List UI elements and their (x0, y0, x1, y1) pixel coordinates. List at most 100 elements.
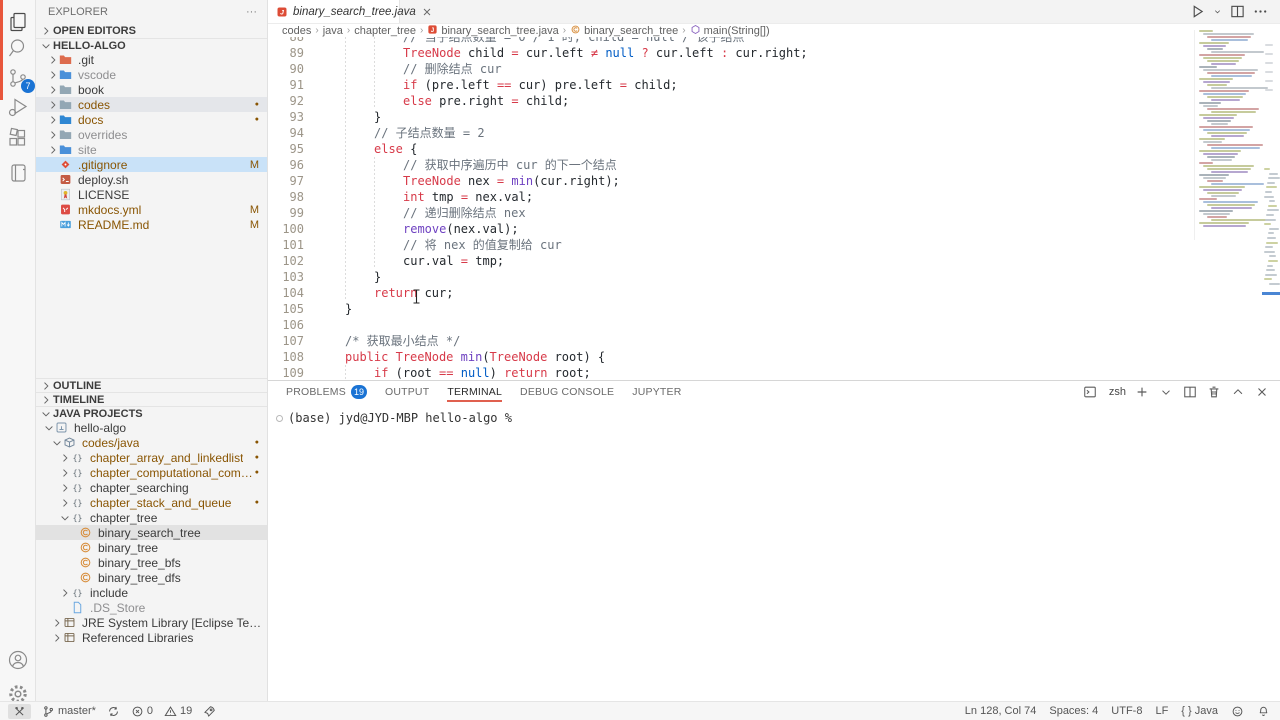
activity-run-debug[interactable] (6, 95, 30, 119)
code-line-89[interactable]: 89TreeNode child = cur.left ≠ null ? cur… (268, 45, 1192, 61)
tree-item-chapter-searching[interactable]: {}chapter_searching (36, 480, 267, 495)
tree-item-binary-tree[interactable]: binary_tree (36, 540, 267, 555)
tree-item--ds-store[interactable]: .DS_Store (36, 600, 267, 615)
activity-extensions[interactable] (6, 126, 30, 150)
tree-item-jre-system-library-eclipse-temurin-17-17-[interactable]: JRE System Library [Eclipse Temurin 17 [… (36, 615, 267, 630)
code-line-103[interactable]: 103} (268, 269, 1192, 285)
panel-tab-jupyter[interactable]: JUPYTER (632, 381, 681, 403)
code-line-108[interactable]: 108public TreeNode min(TreeNode root) { (268, 349, 1192, 365)
run-button[interactable] (1190, 4, 1205, 19)
tree-item-binary-search-tree[interactable]: binary_search_tree (36, 525, 267, 540)
open-editors-section[interactable]: OPEN EDITORS (36, 23, 267, 38)
code-line-90[interactable]: 90// 删除结点 cur (268, 61, 1192, 77)
status-remote-indicator[interactable] (8, 704, 31, 719)
minimap[interactable] (1194, 30, 1262, 240)
tree-item-chapter-stack-and-queue[interactable]: {}chapter_stack_and_queue● (36, 495, 267, 510)
run-dropdown-button[interactable] (1213, 4, 1222, 19)
sidebar-item-site[interactable]: site (36, 142, 267, 157)
sidebar-item-deploy-sh[interactable]: deploy.sh (36, 172, 267, 187)
terminal-dropdown-button[interactable] (1159, 385, 1174, 400)
more-actions-icon[interactable]: ··· (246, 6, 257, 18)
panel-tab-debug-console[interactable]: DEBUG CONSOLE (520, 381, 614, 403)
panel-tab-problems[interactable]: PROBLEMS19 (286, 381, 367, 403)
activity-notebook[interactable] (6, 161, 30, 185)
tree-item-chapter-array-and-linkedlist[interactable]: {}chapter_array_and_linkedlist● (36, 450, 267, 465)
tree-item-codes-java[interactable]: codes/java● (36, 435, 267, 450)
section-outline[interactable]: OUTLINE (36, 378, 267, 392)
code-line-109[interactable]: 109if (root == null) return root; (268, 365, 1192, 380)
sidebar-item-overrides[interactable]: overrides (36, 127, 267, 142)
kill-terminal-button[interactable] (1207, 385, 1222, 400)
code-line-104[interactable]: 104return cur; (268, 285, 1192, 301)
status-indentation[interactable]: Spaces: 4 (1049, 705, 1098, 717)
status-language-mode[interactable]: { } Java (1181, 705, 1218, 717)
sidebar-item--git[interactable]: .git (36, 52, 267, 67)
breadcrumb-4[interactable]: binary_search_tree (570, 24, 678, 38)
sidebar-item-vscode[interactable]: vscode (36, 67, 267, 82)
code-line-102[interactable]: 102cur.val = tmp; (268, 253, 1192, 269)
breadcrumb-1[interactable]: java (323, 25, 343, 37)
code-area[interactable]: 88// 当子结点数量 = 0 / 1 时, child = null / 该子… (268, 37, 1192, 380)
code-line-106[interactable]: 106 (268, 317, 1192, 333)
activity-explorer[interactable] (6, 10, 30, 34)
section-timeline[interactable]: TIMELINE (36, 392, 267, 406)
status-warnings[interactable]: 19 (164, 705, 192, 718)
code-line-94[interactable]: 94// 子结点数量 = 2 (268, 125, 1192, 141)
status-cursor-position[interactable]: Ln 128, Col 74 (965, 705, 1037, 717)
terminal-shell-button[interactable] (1083, 385, 1098, 400)
sidebar-item-readme-md[interactable]: README.mdM (36, 217, 267, 232)
breadcrumb-2[interactable]: chapter_tree (354, 25, 416, 37)
breadcrumb-0[interactable]: codes (282, 25, 311, 37)
sidebar-item-license[interactable]: LICENSE (36, 187, 267, 202)
breadcrumb-5[interactable]: main(String[]) (690, 24, 770, 38)
status-notifications[interactable] (1257, 705, 1270, 718)
terminal[interactable]: (base) jyd@JYD-MBP hello-algo % (268, 403, 1280, 425)
split-editor-button[interactable] (1230, 4, 1245, 19)
tree-item-referenced-libraries[interactable]: Referenced Libraries (36, 630, 267, 645)
tree-item-hello-algo[interactable]: hello-algo (36, 420, 267, 435)
code-line-95[interactable]: 95else { (268, 141, 1192, 157)
code-line-92[interactable]: 92else pre.right = child; (268, 93, 1192, 109)
root-folder-section[interactable]: HELLO-ALGO (36, 38, 267, 52)
code-line-93[interactable]: 93} (268, 109, 1192, 125)
status-feedback[interactable] (1231, 705, 1244, 718)
activity-accounts[interactable] (6, 648, 30, 672)
code-line-91[interactable]: 91if (pre.left == cur) pre.left = child; (268, 77, 1192, 93)
section-java-projects[interactable]: JAVA PROJECTS (36, 406, 267, 420)
tab-binary-search-tree[interactable]: J binary_search_tree.java (268, 0, 400, 23)
new-terminal-button[interactable] (1135, 385, 1150, 400)
tree-item-chapter-computational-complexity[interactable]: {}chapter_computational_complexity● (36, 465, 267, 480)
code-line-97[interactable]: 97TreeNode nex = min(cur.right); (268, 173, 1192, 189)
close-icon[interactable] (421, 6, 433, 18)
sidebar-item--gitignore[interactable]: .gitignoreM (36, 157, 267, 172)
code-line-88[interactable]: 88// 当子结点数量 = 0 / 1 时, child = null / 该子… (268, 37, 1192, 45)
code-line-98[interactable]: 98int tmp = nex.val; (268, 189, 1192, 205)
panel-tab-terminal[interactable]: TERMINAL (447, 381, 502, 403)
status-encoding[interactable]: UTF-8 (1111, 705, 1142, 717)
breadcrumb-3[interactable]: Jbinary_search_tree.java (427, 24, 558, 38)
code-line-96[interactable]: 96// 获取中序遍历中 cur 的下一个结点 (268, 157, 1192, 173)
status-errors[interactable]: 0 (131, 705, 153, 718)
code-line-105[interactable]: 105} (268, 301, 1192, 317)
sidebar-item-book[interactable]: book (36, 82, 267, 97)
status-git-sync[interactable] (107, 705, 120, 718)
tree-item-binary-tree-dfs[interactable]: binary_tree_dfs (36, 570, 267, 585)
tree-item-include[interactable]: {}include (36, 585, 267, 600)
status-git-branch[interactable]: master* (42, 705, 96, 718)
code-line-99[interactable]: 99// 递归删除结点 nex (268, 205, 1192, 221)
code-line-107[interactable]: 107/* 获取最小结点 */ (268, 333, 1192, 349)
activity-source-control[interactable]: 7 (6, 66, 30, 90)
activity-search[interactable] (6, 36, 30, 60)
split-terminal-button[interactable] (1183, 385, 1198, 400)
code-line-100[interactable]: 100remove(nex.val); (268, 221, 1192, 237)
maximize-panel-button[interactable] (1231, 385, 1246, 400)
panel-tab-output[interactable]: OUTPUT (385, 381, 429, 403)
sidebar-item-mkdocs-yml[interactable]: mkdocs.ymlM (36, 202, 267, 217)
code-line-101[interactable]: 101// 将 nex 的值复制给 cur (268, 237, 1192, 253)
sidebar-item-docs[interactable]: docs● (36, 112, 267, 127)
tree-item-chapter-tree[interactable]: {}chapter_tree (36, 510, 267, 525)
sidebar-item-codes[interactable]: codes● (36, 97, 267, 112)
close-panel-button[interactable] (1255, 385, 1270, 400)
status-eol[interactable]: LF (1155, 705, 1168, 717)
status-java-status[interactable] (203, 705, 216, 718)
